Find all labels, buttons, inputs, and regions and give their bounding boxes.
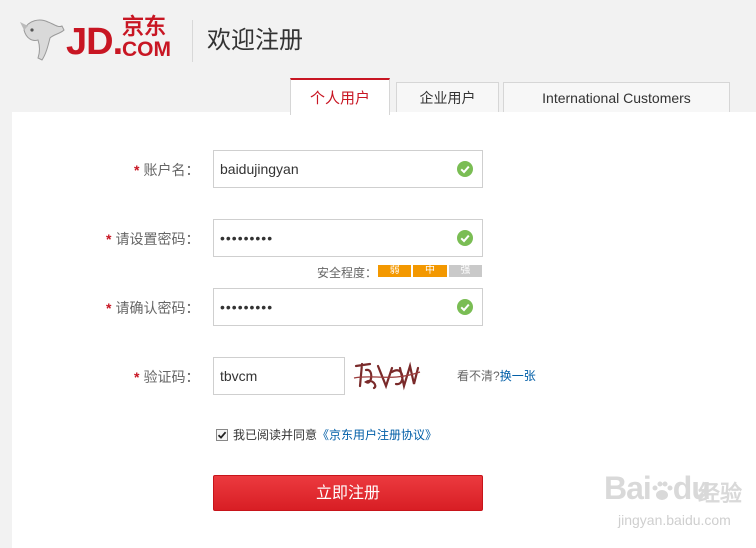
username-label: * 账户名： bbox=[134, 162, 200, 178]
check-circle-icon bbox=[457, 299, 473, 315]
username-input[interactable] bbox=[214, 151, 482, 187]
agreement-text: 我已阅读并同意 bbox=[233, 428, 318, 442]
captcha-image[interactable] bbox=[352, 356, 422, 392]
jd-logo[interactable]: JD. 京东 COM bbox=[18, 12, 183, 64]
tab-international-customers[interactable]: International Customers bbox=[503, 82, 730, 113]
username-field[interactable] bbox=[213, 150, 483, 188]
agreement-row: 我已阅读并同意 《京东用户注册协议》 bbox=[216, 426, 437, 443]
watermark-url: jingyan.baidu.com bbox=[618, 512, 731, 528]
tab-enterprise-user[interactable]: 企业用户 bbox=[396, 82, 499, 113]
register-button[interactable]: 立即注册 bbox=[213, 475, 483, 511]
strength-medium: 中 bbox=[413, 265, 447, 277]
agreement-link[interactable]: 《京东用户注册协议》 bbox=[317, 426, 437, 443]
tab-personal-user[interactable]: 个人用户 bbox=[290, 78, 390, 115]
captcha-label: * 验证码： bbox=[134, 369, 200, 385]
agreement-checkbox[interactable] bbox=[216, 428, 228, 441]
captcha-input[interactable] bbox=[214, 358, 344, 394]
password-input[interactable] bbox=[214, 220, 482, 256]
password-strength-label: 安全程度： bbox=[317, 266, 378, 280]
logo-com-text: COM bbox=[122, 38, 171, 61]
password-field[interactable] bbox=[213, 219, 483, 257]
page-title: 欢迎注册 bbox=[207, 26, 303, 54]
confirm-password-label: * 请确认密码： bbox=[106, 300, 200, 316]
jd-dog-mascot-icon bbox=[20, 19, 65, 61]
captcha-refresh-link[interactable]: 换一张 bbox=[500, 369, 536, 383]
baidu-jingyan-watermark: Bai du 经验 jingyan.baidu.com bbox=[594, 462, 742, 540]
checkmark-icon bbox=[217, 431, 227, 439]
password-label: * 请设置密码： bbox=[106, 231, 200, 247]
password-strength-meter: 弱 中 强 bbox=[378, 265, 482, 277]
confirm-password-field[interactable] bbox=[213, 288, 483, 326]
required-mark: * bbox=[134, 162, 140, 178]
watermark-cn: 经验 bbox=[698, 482, 743, 507]
logo-cn-text: 京东 bbox=[122, 15, 167, 40]
watermark-main: Bai du bbox=[604, 470, 711, 506]
captcha-hint: 看不清?换一张 bbox=[457, 369, 536, 383]
header-divider bbox=[192, 20, 193, 62]
strength-weak: 弱 bbox=[378, 265, 412, 277]
strength-strong: 强 bbox=[448, 265, 482, 277]
check-circle-icon bbox=[457, 161, 473, 177]
confirm-password-input[interactable] bbox=[214, 289, 482, 325]
logo-jd-text: JD. bbox=[66, 21, 123, 63]
captcha-field[interactable] bbox=[213, 357, 345, 395]
check-circle-icon bbox=[457, 230, 473, 246]
paw-icon bbox=[652, 481, 673, 500]
